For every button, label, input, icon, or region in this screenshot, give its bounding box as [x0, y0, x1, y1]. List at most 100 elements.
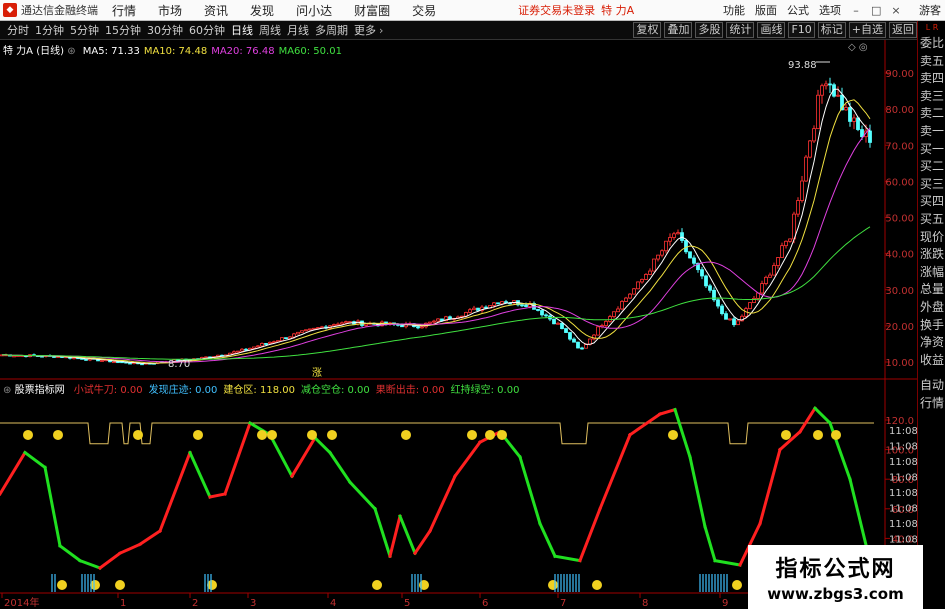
side-tab-8[interactable]: 买三	[918, 176, 945, 194]
candle-body	[772, 265, 776, 276]
f10-button[interactable]: F10	[788, 22, 815, 38]
settings-icon[interactable]: ⊛	[3, 385, 11, 396]
candle-body	[780, 245, 784, 258]
menu-wealth[interactable]: 财富圈	[354, 2, 390, 19]
overlay-button[interactable]: 叠加	[664, 22, 693, 38]
candle-body	[768, 274, 772, 278]
smiley-icon	[327, 429, 337, 440]
side-time-0: 11:08	[889, 426, 917, 437]
side-tab-13[interactable]: 涨幅	[918, 264, 945, 282]
chart-area[interactable]: 90.00 80.00 70.00 60.00 50.00 40.00 30.00 20.00…	[0, 40, 917, 609]
period-monthly[interactable]: 月线	[287, 22, 309, 38]
menu-discover[interactable]: 发现	[250, 2, 274, 19]
settings-icon[interactable]: ⊛	[67, 46, 75, 57]
candle-body	[844, 107, 848, 111]
side-tab-auto-0[interactable]: 自动	[918, 377, 945, 395]
candle-body	[760, 283, 764, 294]
statistics-button[interactable]: 统计	[726, 22, 755, 38]
side-time-1: 11:08	[889, 442, 917, 453]
side-tab-5[interactable]: 卖一	[918, 123, 945, 141]
period-multi[interactable]: 多周期	[315, 22, 348, 38]
side-tab-7[interactable]: 买二	[918, 158, 945, 176]
draw-line-button[interactable]: 画线	[757, 22, 786, 38]
period-weekly[interactable]: 周线	[259, 22, 281, 38]
menu-layout[interactable]: 版面	[755, 2, 777, 18]
menu-info[interactable]: 资讯	[204, 2, 228, 19]
menu-options[interactable]: 选项	[819, 2, 841, 18]
login-notice[interactable]: 证券交易未登录	[518, 2, 595, 18]
x-tick-label-5: 5	[404, 598, 410, 609]
smiley-icon	[668, 429, 678, 440]
side-tab-2[interactable]: 卖四	[918, 70, 945, 88]
candle-body	[540, 310, 544, 316]
side-tab-9[interactable]: 买四	[918, 193, 945, 211]
period-5min[interactable]: 5分钟	[70, 22, 99, 38]
candle-body	[612, 311, 616, 318]
indicator-label-0: 小试牛刀: 0.00	[73, 385, 143, 396]
side-lr-toggle[interactable]: L R	[918, 21, 945, 35]
side-tab-6[interactable]: 买一	[918, 141, 945, 159]
side-time-7: 11:08	[889, 535, 917, 546]
candle-body	[272, 341, 276, 344]
menu-function[interactable]: 功能	[723, 2, 745, 18]
side-tab-0[interactable]: 委比	[918, 35, 945, 53]
period-daily[interactable]: 日线	[231, 22, 253, 38]
price-tick-label-0: 90.00	[885, 69, 914, 80]
side-tab-3[interactable]: 卖三	[918, 88, 945, 106]
candle-body	[668, 237, 672, 242]
side-tab-16[interactable]: 换手	[918, 317, 945, 335]
watermark: 指标公式网 www.zbgs3.com	[748, 545, 923, 609]
chevron-right-icon[interactable]: ›	[379, 24, 383, 37]
toolbar-right: 复权 叠加 多股 统计 画线 F10 标记 +自选 返回	[630, 21, 917, 39]
side-tab-18[interactable]: 收益	[918, 352, 945, 370]
period-30min[interactable]: 30分钟	[147, 22, 183, 38]
menu-formula[interactable]: 公式	[787, 2, 809, 18]
close-icon[interactable]: ×	[891, 4, 901, 17]
period-timeline[interactable]: 分时	[7, 22, 29, 38]
period-60min[interactable]: 60分钟	[189, 22, 225, 38]
adjust-button[interactable]: 复权	[633, 22, 662, 38]
multi-stock-button[interactable]: 多股	[695, 22, 724, 38]
side-tab-1[interactable]: 卖五	[918, 53, 945, 71]
smiley-icon	[193, 429, 203, 440]
side-tab-17[interactable]: 净资	[918, 334, 945, 352]
price-legend: 特 力A (日线) ⊛ MA5: 71.33 MA10: 74.48 MA20: 7…	[3, 42, 342, 57]
side-tab-10[interactable]: 买五	[918, 211, 945, 229]
mark-button[interactable]: 标记	[817, 22, 846, 38]
x-tick-label-9: 9	[722, 598, 728, 609]
add-watchlist-button[interactable]: +自选	[848, 22, 886, 38]
menu-trade[interactable]: 交易	[412, 2, 436, 19]
side-tab-14[interactable]: 总量	[918, 281, 945, 299]
smiley-icon	[115, 580, 125, 590]
period-15min[interactable]: 15分钟	[105, 22, 141, 38]
menu-ask[interactable]: 问小达	[296, 2, 332, 19]
candle-body	[732, 318, 736, 326]
minimize-icon[interactable]: –	[851, 4, 861, 17]
menu-market[interactable]: 市场	[158, 2, 182, 19]
smiley-icon	[267, 429, 277, 440]
side-tab-15[interactable]: 外盘	[918, 299, 945, 317]
indicator-legend: ⊛ 股票指标网 小试牛刀: 0.00 发现庄迹: 0.00 建仓区: 118.00 减…	[3, 381, 519, 396]
side-tabs: 委比 卖五 卖四 卖三 卖二 卖一 买一 买二 买三 买四 买五 现价 涨跌 涨幅 总量 外盘 换手 净资 收益自动…	[918, 35, 945, 412]
period-more[interactable]: 更多	[354, 22, 376, 38]
candle-body	[492, 302, 496, 306]
x-tick-label-0: 2014年	[4, 596, 39, 609]
candle-body	[828, 83, 832, 86]
menu-market-quote[interactable]: 行情	[112, 2, 136, 19]
app-title: 通达信金融终端	[21, 4, 98, 17]
candle-body	[428, 321, 432, 324]
candle-body	[476, 307, 480, 311]
user-label[interactable]: 游客	[919, 2, 941, 18]
back-button[interactable]: 返回	[889, 22, 917, 38]
maximize-icon[interactable]: □	[871, 4, 881, 17]
side-tab-auto-1[interactable]: 行情	[918, 395, 945, 413]
app-logo-icon: ◆	[3, 3, 17, 17]
side-tab-11[interactable]: 现价	[918, 229, 945, 247]
candle-body	[572, 338, 576, 343]
smiley-icon	[497, 429, 507, 440]
period-1min[interactable]: 1分钟	[35, 22, 64, 38]
side-tab-4[interactable]: 卖二	[918, 105, 945, 123]
side-tab-12[interactable]: 涨跌	[918, 246, 945, 264]
candle-body	[816, 94, 820, 130]
candle-body	[784, 240, 788, 247]
